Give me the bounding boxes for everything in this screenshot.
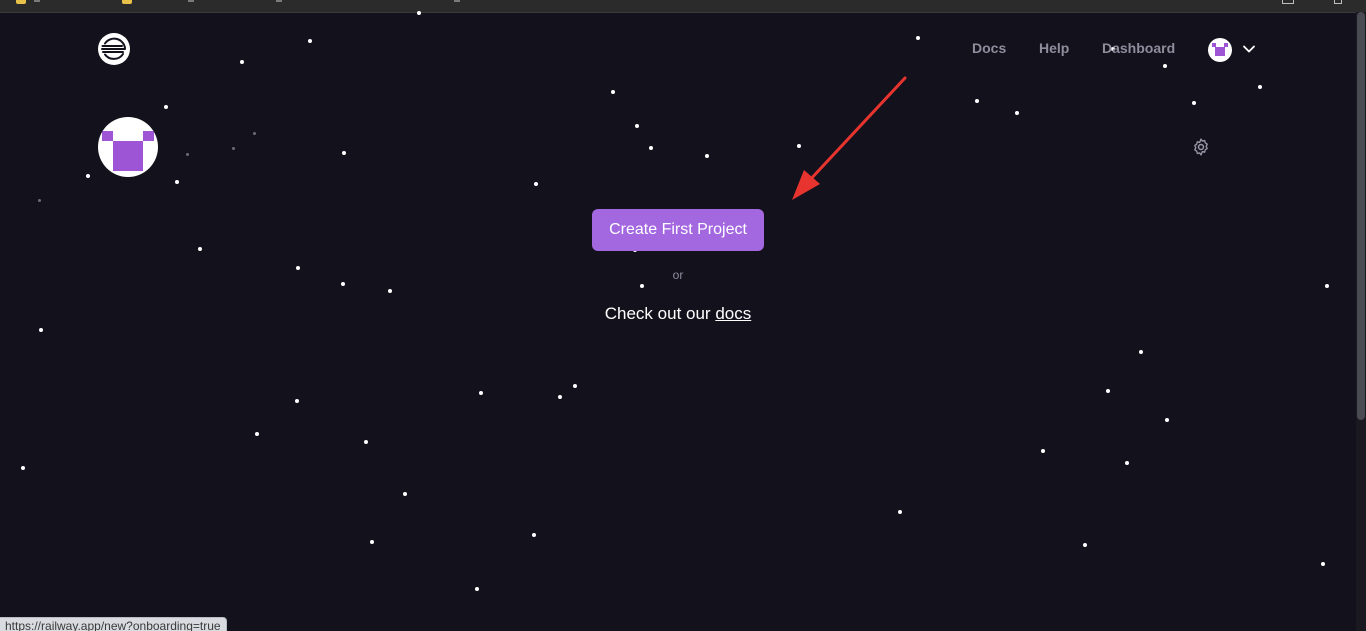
profile-avatar-pattern bbox=[102, 131, 154, 171]
scrollbar-thumb[interactable] bbox=[1357, 12, 1365, 420]
star-dot bbox=[1106, 389, 1110, 393]
star-dot bbox=[649, 146, 653, 150]
nav-dashboard-link[interactable]: Dashboard bbox=[1102, 40, 1175, 56]
star-dot bbox=[240, 60, 244, 64]
docs-prompt-text: Check out our bbox=[604, 304, 716, 323]
star-dot bbox=[253, 132, 256, 135]
star-dot bbox=[1139, 350, 1143, 354]
nav-help-link[interactable]: Help bbox=[1039, 40, 1069, 56]
user-avatar-icon[interactable] bbox=[1208, 38, 1232, 62]
star-dot bbox=[558, 395, 562, 399]
star-dot bbox=[705, 154, 709, 158]
star-dot bbox=[370, 540, 374, 544]
avatar-pattern-svg bbox=[1212, 43, 1228, 56]
annotation-arrow bbox=[792, 76, 907, 200]
or-divider-text: or bbox=[672, 268, 684, 282]
star-dot bbox=[1192, 101, 1196, 105]
star-dot bbox=[403, 492, 407, 496]
star-dot bbox=[388, 289, 392, 293]
page-scrollbar[interactable] bbox=[1356, 12, 1366, 631]
star-dot bbox=[534, 182, 538, 186]
railway-new-project-page: Docs Help Dashboard Create First Project… bbox=[0, 0, 1366, 631]
star-dot bbox=[1165, 418, 1169, 422]
star-dot bbox=[1125, 461, 1129, 465]
star-dot bbox=[232, 147, 235, 150]
star-dot bbox=[38, 199, 41, 202]
star-dot bbox=[573, 384, 577, 388]
star-dot bbox=[164, 105, 168, 109]
star-dot bbox=[898, 510, 902, 514]
star-dot bbox=[364, 440, 368, 444]
star-dot bbox=[975, 99, 979, 103]
docs-link[interactable]: docs bbox=[715, 304, 751, 323]
top-nav: Docs Help Dashboard bbox=[0, 40, 1366, 60]
chevron-svg bbox=[1243, 45, 1255, 53]
star-dot bbox=[611, 90, 615, 94]
star-dot bbox=[1163, 64, 1167, 68]
star-dot bbox=[635, 124, 639, 128]
browser-status-url: https://railway.app/new?onboarding=true bbox=[0, 617, 227, 631]
star-dot bbox=[1325, 284, 1329, 288]
annotation-arrow-shaft bbox=[806, 76, 907, 184]
docs-prompt: Check out our docs bbox=[0, 304, 1356, 324]
star-dot bbox=[39, 328, 43, 332]
create-first-project-button[interactable]: Create First Project bbox=[592, 209, 764, 251]
star-dot bbox=[21, 466, 25, 470]
star-dot bbox=[1041, 449, 1045, 453]
star-dot bbox=[255, 432, 259, 436]
star-dot bbox=[86, 174, 90, 178]
star-dot bbox=[1083, 543, 1087, 547]
star-dot bbox=[186, 153, 189, 156]
star-dot bbox=[475, 587, 479, 591]
star-dot bbox=[342, 151, 346, 155]
profile-avatar bbox=[98, 117, 158, 177]
gear-svg bbox=[1194, 138, 1208, 156]
star-dot bbox=[640, 284, 644, 288]
star-dot bbox=[341, 282, 345, 286]
star-dot bbox=[295, 399, 299, 403]
nav-docs-link[interactable]: Docs bbox=[972, 40, 1006, 56]
star-dot bbox=[198, 247, 202, 251]
star-dot bbox=[532, 533, 536, 537]
star-dot bbox=[1258, 85, 1262, 89]
star-dot bbox=[1321, 562, 1325, 566]
star-dot bbox=[175, 180, 179, 184]
chevron-down-icon[interactable] bbox=[1242, 42, 1256, 56]
star-dot bbox=[479, 391, 483, 395]
star-dot bbox=[1015, 111, 1019, 115]
gear-icon[interactable] bbox=[1191, 137, 1211, 157]
star-dot bbox=[417, 11, 421, 15]
